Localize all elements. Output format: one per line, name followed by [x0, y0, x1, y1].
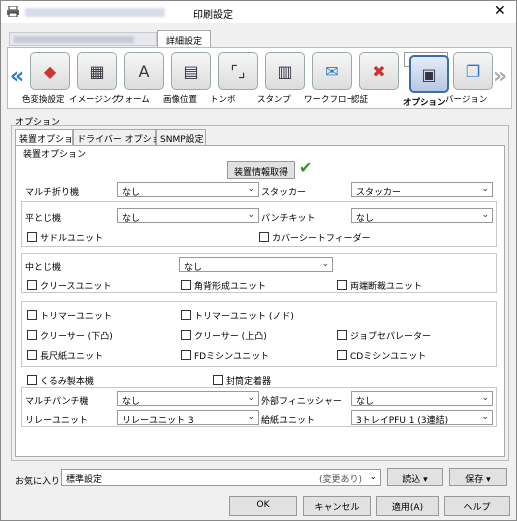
ribbon-item-color-conversion[interactable]: ◆ 色変換設定: [22, 52, 72, 106]
tab-redacted[interactable]: [9, 32, 157, 46]
ext-finisher-select[interactable]: なし ⌄: [351, 391, 493, 407]
chevron-down-icon: ⌄: [321, 259, 329, 269]
redacted-printer-name: [25, 8, 165, 17]
chevron-down-icon: ⌄: [247, 184, 255, 194]
dropdown-arrow-icon: ▾: [486, 475, 491, 485]
multi-punch-select[interactable]: なし ⌄: [117, 391, 259, 407]
tab-driver-options[interactable]: ドライバー オプション: [73, 129, 170, 145]
chevron-down-icon: ⌄: [481, 393, 489, 403]
imaging-icon: ▦: [77, 52, 117, 90]
chevron-down-icon: ⌄: [247, 210, 255, 220]
authentication-icon: ✖: [359, 52, 399, 90]
ribbon-item-version[interactable]: ❐ バージョン: [445, 52, 495, 106]
long-paper-checkbox[interactable]: 長尺紙ユニット: [27, 349, 103, 362]
creaser-up-checkbox[interactable]: クリーサー (上凸): [181, 329, 267, 342]
trimmer-unit-no-checkbox[interactable]: トリマーユニット (ノド): [181, 309, 294, 322]
chevron-down-icon: ⌄: [481, 210, 489, 220]
ribbon-item-authentication[interactable]: ✖ 認証: [351, 52, 401, 106]
cd-perf-checkbox[interactable]: CDミシンユニット: [337, 349, 426, 362]
multi-fold-select[interactable]: なし ⌄: [117, 182, 259, 198]
flat-stitch-label: 平とじ機: [25, 214, 62, 224]
help-button[interactable]: ヘルプ: [444, 496, 510, 516]
ribbon-item-options[interactable]: ▣ オプション: [403, 52, 449, 108]
device-options-group-label: 装置オプション: [23, 150, 87, 160]
favorites-select[interactable]: 標準設定 (変更あり) ⌄: [61, 469, 381, 486]
feed-unit-label: 給紙ユニット: [261, 416, 316, 426]
punch-kit-label: パンチキット: [261, 214, 316, 224]
dropdown-arrow-icon: ▾: [423, 475, 428, 485]
scroll-left-icon[interactable]: «: [10, 64, 24, 89]
image-position-icon: ▤: [171, 52, 211, 90]
ribbon-item-crop-marks[interactable]: ⌜⌟ トンボ: [210, 52, 260, 106]
color-conversion-icon: ◆: [30, 52, 70, 90]
tab-detail-settings[interactable]: 詳細設定: [157, 30, 211, 47]
flat-stitch-select[interactable]: なし ⌄: [117, 208, 259, 224]
both-trim-checkbox[interactable]: 両端断裁ユニット: [337, 279, 422, 292]
relay-unit-select[interactable]: リレーユニット 3 ⌄: [117, 410, 259, 426]
chevron-down-icon: ⌄: [481, 184, 489, 194]
cancel-button[interactable]: キャンセル: [303, 496, 371, 516]
creaser-down-checkbox[interactable]: クリーサー (下凸): [27, 329, 113, 342]
tab-snmp-settings[interactable]: SNMP設定: [156, 129, 206, 145]
form-icon: A: [124, 52, 164, 90]
kurumi-binder-checkbox[interactable]: くるみ製本機: [27, 374, 94, 387]
spine-unit-checkbox[interactable]: 角背形成ユニット: [181, 279, 266, 292]
crop-marks-icon: ⌜⌟: [218, 52, 258, 90]
ribbon-item-imaging[interactable]: ▦ イメージング: [69, 52, 120, 106]
top-tabs: 詳細設定: [7, 28, 512, 48]
cover-feeder-checkbox[interactable]: カバーシートフィーダー: [259, 231, 371, 244]
load-button[interactable]: 読込 ▾: [387, 468, 443, 486]
ext-finisher-label: 外部フィニッシャー: [261, 397, 342, 407]
modified-hint: (変更あり): [318, 475, 362, 485]
ribbon-item-image-position[interactable]: ▤ 画像位置: [163, 52, 213, 106]
multi-punch-label: マルチパンチ機: [25, 397, 89, 407]
crease-unit-checkbox[interactable]: クリースユニット: [27, 279, 112, 292]
tab-device-options[interactable]: 装置オプション: [15, 129, 82, 146]
punch-kit-select[interactable]: なし ⌄: [351, 208, 493, 224]
stacker-label: スタッカー: [261, 188, 307, 198]
ribbon-item-form[interactable]: A フォーム: [116, 52, 166, 106]
chevron-down-icon: ⌄: [247, 393, 255, 403]
feed-unit-select[interactable]: 3トレイPFU 1 (3連結) ⌄: [351, 410, 493, 426]
ribbon-item-workflow[interactable]: ✉ ワークフロー: [304, 52, 355, 106]
function-ribbon: « ◆ 色変換設定 ▦ イメージング A フォーム ▤ 画像位置 ⌜⌟ トンボ …: [7, 47, 512, 109]
checkmark-icon: ✔: [299, 158, 313, 177]
relay-unit-label: リレーユニット: [25, 416, 89, 426]
title-bar: 印刷設定 ✕: [1, 1, 516, 23]
close-icon[interactable]: ✕: [494, 3, 506, 19]
job-separator-checkbox[interactable]: ジョブセパレーター: [337, 329, 431, 342]
apply-button[interactable]: 適用(A): [376, 496, 439, 516]
print-settings-window: 印刷設定 ✕ 詳細設定 « ◆ 色変換設定 ▦ イメージング A フォーム ▤ …: [0, 0, 517, 521]
envelope-inserter-checkbox[interactable]: 封筒定着器: [213, 374, 271, 387]
saddle-unit-checkbox[interactable]: サドルユニット: [27, 231, 103, 244]
printer-icon: [7, 6, 19, 17]
chevron-down-icon: ⌄: [369, 472, 377, 482]
get-device-info-button[interactable]: 装置情報取得: [227, 161, 295, 179]
scroll-right-icon[interactable]: »: [493, 64, 507, 89]
stamp-icon: ▥: [265, 52, 305, 90]
ribbon-item-stamp[interactable]: ▥ スタンプ: [257, 52, 307, 106]
save-button[interactable]: 保存 ▾: [449, 468, 507, 486]
middle-stitch-select[interactable]: なし ⌄: [179, 257, 333, 273]
fd-perf-checkbox[interactable]: FDミシンユニット: [181, 349, 269, 362]
options-icon: ▣: [409, 55, 449, 93]
chevron-down-icon: ⌄: [247, 412, 255, 422]
version-icon: ❐: [453, 52, 493, 90]
ok-button[interactable]: OK: [229, 496, 297, 516]
favorites-label: お気に入り: [15, 477, 61, 487]
workflow-icon: ✉: [312, 52, 352, 90]
window-title: 印刷設定: [193, 10, 233, 21]
multi-fold-label: マルチ折り機: [25, 188, 80, 198]
chevron-down-icon: ⌄: [481, 412, 489, 422]
stacker-select[interactable]: スタッカー ⌄: [351, 182, 493, 198]
middle-stitch-label: 中とじ機: [25, 263, 62, 273]
trimmer-unit-checkbox[interactable]: トリマーユニット: [27, 309, 112, 322]
